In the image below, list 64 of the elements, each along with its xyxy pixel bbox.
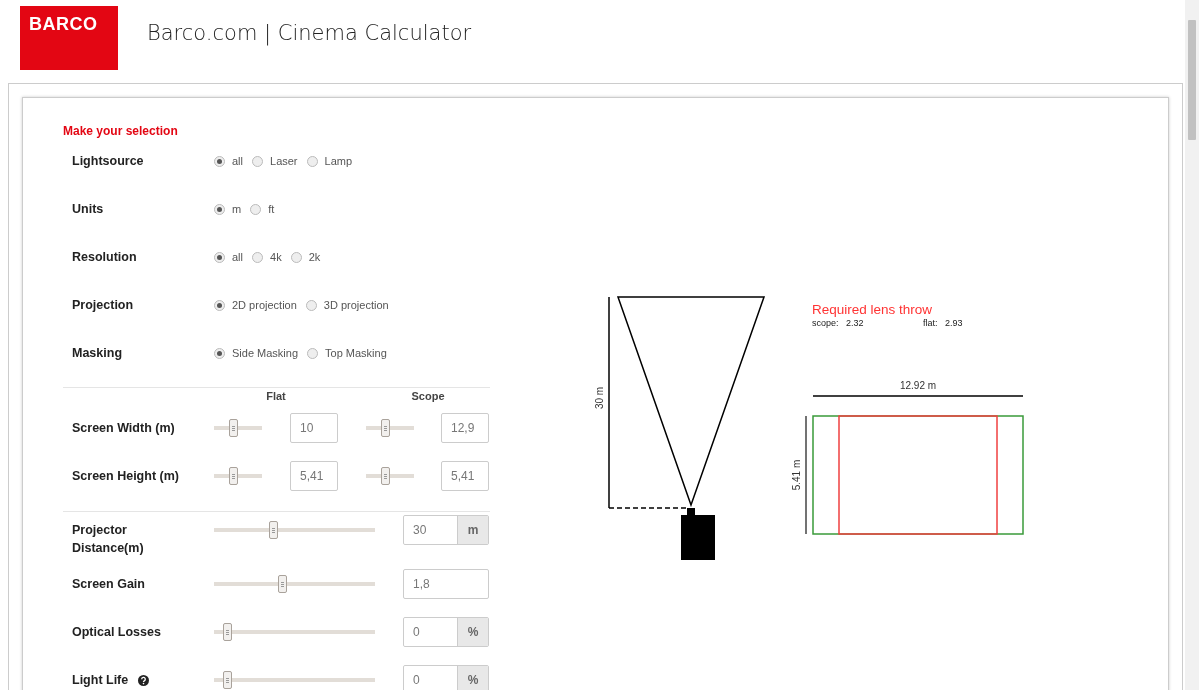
- field-label: Screen Height (m): [72, 468, 180, 485]
- flat-value: 2.93: [945, 317, 963, 328]
- radio-button[interactable]: [306, 155, 318, 167]
- field-label: Projection: [72, 298, 135, 312]
- field-label: Light Life: [72, 672, 129, 689]
- radio-button[interactable]: [214, 251, 225, 263]
- slider-thumb[interactable]: [268, 521, 278, 539]
- option-label[interactable]: all: [232, 155, 243, 167]
- section-heading: Make your selection: [63, 125, 179, 137]
- radio-button[interactable]: [250, 203, 262, 215]
- radio-button[interactable]: [214, 203, 225, 215]
- option-label[interactable]: Laser: [270, 155, 298, 167]
- slider-thumb[interactable]: [223, 623, 233, 641]
- input-field[interactable]: 5,41: [290, 461, 338, 491]
- scope-label: scope:: [812, 317, 839, 328]
- height-label: 5.41 m: [791, 459, 802, 491]
- slider-thumb[interactable]: [223, 671, 233, 689]
- input-field[interactable]: 10: [290, 413, 338, 443]
- radio-button[interactable]: [252, 155, 263, 167]
- slider-thumb[interactable]: [380, 467, 390, 485]
- field-label: Units: [72, 202, 105, 216]
- radio-button[interactable]: [214, 299, 225, 311]
- option-label[interactable]: ft: [268, 203, 275, 215]
- radio-button[interactable]: [252, 251, 263, 263]
- radio-button[interactable]: [214, 155, 225, 167]
- slider-thumb[interactable]: [277, 575, 287, 593]
- option-label[interactable]: 4k: [270, 251, 282, 263]
- option-label[interactable]: Top Masking: [325, 347, 387, 359]
- flat-label: flat:: [923, 317, 938, 328]
- field-label: Projector Distance(m): [72, 522, 145, 557]
- column-heading: Flat: [265, 389, 287, 404]
- field-label: Masking: [72, 346, 123, 360]
- field-label: Screen Gain: [72, 576, 146, 593]
- option-label[interactable]: all: [232, 251, 243, 263]
- column-heading: Scope: [410, 389, 446, 404]
- help-icon[interactable]: [138, 674, 150, 686]
- slider-thumb[interactable]: [380, 419, 390, 437]
- width-label: 12.92 m: [899, 380, 937, 391]
- logo[interactable]: BARCO: [20, 6, 118, 70]
- input-field[interactable]: 1,8: [403, 569, 489, 599]
- field-label: Lightsource: [72, 154, 145, 168]
- page-title: Barco.com | Cinema Calculator: [147, 21, 472, 45]
- distance-label: 30 m: [594, 386, 605, 410]
- input-field[interactable]: 12,9: [441, 413, 489, 443]
- radio-button[interactable]: [307, 347, 319, 359]
- radio-button[interactable]: [305, 299, 317, 311]
- field-label: Optical Losses: [72, 624, 162, 641]
- scrollbar-thumb[interactable]: [1188, 20, 1196, 140]
- option-label[interactable]: 3D projection: [323, 299, 389, 311]
- option-label[interactable]: Side Masking: [232, 347, 299, 359]
- field-label: Screen Width (m): [72, 420, 176, 437]
- radio-button[interactable]: [290, 251, 302, 263]
- radio-button[interactable]: [214, 347, 225, 359]
- option-label[interactable]: m: [232, 203, 242, 215]
- option-label[interactable]: 2k: [308, 251, 321, 263]
- slider-thumb[interactable]: [228, 419, 238, 437]
- option-label[interactable]: Lamp: [324, 155, 353, 167]
- option-label[interactable]: 2D projection: [232, 299, 297, 311]
- slider-thumb[interactable]: [228, 467, 238, 485]
- scope-value: 2.32: [846, 317, 864, 328]
- lens-throw-title: Required lens throw: [812, 302, 933, 317]
- projector-drawing: [681, 508, 715, 560]
- input-field[interactable]: 5,41: [441, 461, 489, 491]
- field-label: Resolution: [72, 250, 138, 264]
